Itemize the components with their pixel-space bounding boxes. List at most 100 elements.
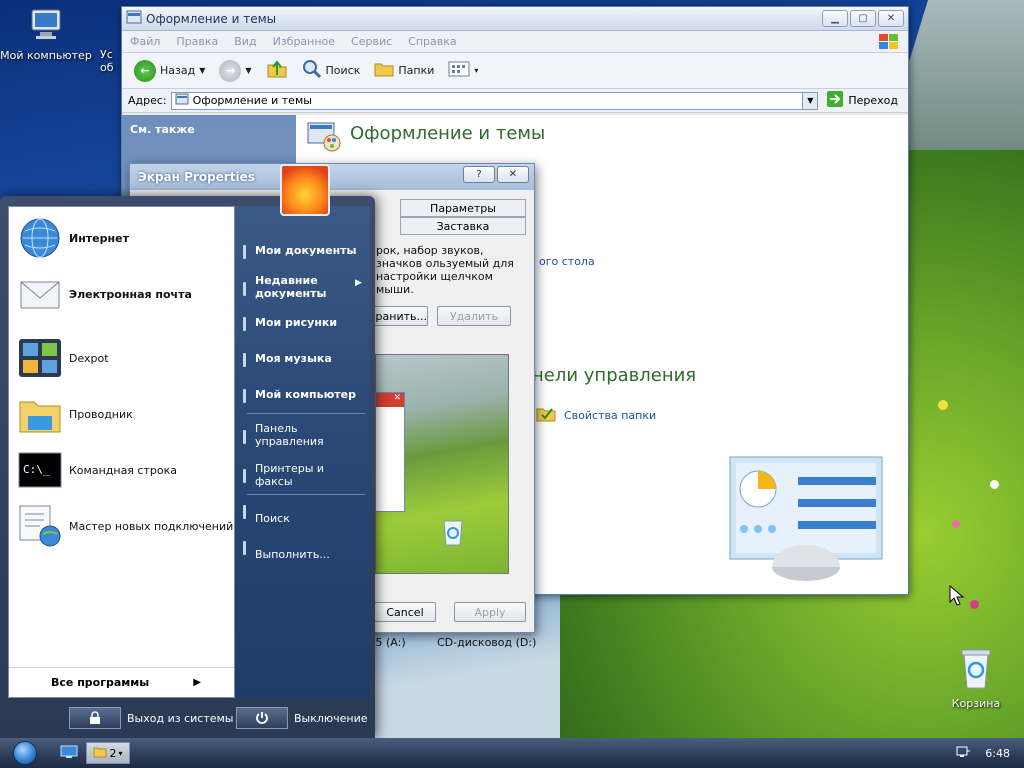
places-printers[interactable]: Принтеры и факсы bbox=[255, 462, 355, 488]
up-folder-icon bbox=[266, 59, 288, 82]
menu-edit[interactable]: Правка bbox=[168, 35, 226, 48]
menu-file[interactable]: Файл bbox=[122, 35, 168, 48]
views-button[interactable]: ▾ bbox=[444, 59, 482, 82]
minimize-button[interactable]: ▁ bbox=[822, 10, 848, 27]
up-folder-button[interactable] bbox=[262, 57, 292, 84]
save-theme-button[interactable]: хранить... bbox=[368, 306, 428, 326]
address-dropdown-button[interactable]: ▼ bbox=[802, 91, 819, 110]
delete-theme-button[interactable]: Удалить bbox=[437, 306, 511, 326]
search-icon bbox=[302, 59, 322, 82]
chevron-down-icon: ▼ bbox=[807, 96, 814, 105]
pinned-email[interactable]: Электронная почта bbox=[17, 271, 192, 317]
taskbar-group-count: 2 bbox=[109, 746, 117, 760]
recycle-bin-icon bbox=[440, 515, 466, 550]
folders-label: Папки bbox=[398, 64, 435, 77]
back-button[interactable]: ← Назад ▼ bbox=[130, 58, 209, 84]
chevron-down-icon: ▾ bbox=[474, 66, 479, 75]
places-my-computer[interactable]: Мой компьютер bbox=[255, 388, 356, 401]
cancel-label: Cancel bbox=[386, 605, 424, 619]
logoff-label: Выход из системы bbox=[127, 711, 234, 725]
desktop-icon-label: Мой компьютер bbox=[0, 49, 92, 62]
places-recent-documents[interactable]: Недавние документы bbox=[255, 274, 355, 300]
computer-icon bbox=[0, 6, 94, 45]
search-button[interactable]: Поиск bbox=[298, 57, 365, 84]
dialog-title: Экран Properties bbox=[138, 170, 255, 184]
places-my-documents[interactable]: Мои документы bbox=[255, 244, 357, 257]
dialog-close-button[interactable]: ✕ bbox=[497, 166, 529, 183]
all-programs-button[interactable]: Все программы ▶ bbox=[9, 667, 234, 697]
menu-favorites[interactable]: Избранное bbox=[265, 35, 343, 48]
pinned-explorer[interactable]: Проводник bbox=[17, 391, 133, 437]
maximize-button[interactable]: ▢ bbox=[850, 10, 876, 27]
window-titlebar[interactable]: Оформление и темы ▁ ▢ ✕ bbox=[122, 7, 908, 31]
control-panel-section-header: нели управления bbox=[532, 365, 697, 386]
clock[interactable]: 6:48 bbox=[985, 747, 1010, 760]
places-my-pictures[interactable]: Мои рисунки bbox=[255, 316, 337, 329]
go-button[interactable]: Переход bbox=[822, 90, 902, 111]
logoff-button[interactable]: Выход из системы bbox=[69, 707, 233, 729]
floppy-drive-label[interactable]: ,5 (A:) bbox=[372, 636, 406, 649]
pinned-cmd-label: Командная строка bbox=[69, 463, 177, 477]
see-also-header[interactable]: См. также bbox=[122, 115, 296, 144]
content-title: Оформление и темы bbox=[350, 123, 546, 144]
close-icon: ✕ bbox=[376, 393, 404, 407]
places-search[interactable]: Поиск bbox=[255, 512, 290, 525]
chevron-down-icon: ▾ bbox=[118, 748, 123, 758]
user-avatar[interactable] bbox=[280, 164, 330, 216]
show-desktop-icon[interactable] bbox=[60, 745, 78, 762]
apply-button[interactable]: Apply bbox=[454, 602, 526, 622]
menu-view[interactable]: Вид bbox=[226, 35, 264, 48]
preview-mini-window: ✕ bbox=[375, 392, 405, 512]
power-icon bbox=[236, 707, 288, 729]
places-run[interactable]: Выполнить... bbox=[255, 548, 330, 561]
start-button[interactable] bbox=[8, 738, 42, 768]
email-icon bbox=[17, 271, 63, 317]
chevron-right-icon: ▶ bbox=[355, 278, 362, 288]
appearance-themes-icon bbox=[306, 119, 342, 156]
tab-screensaver[interactable]: Заставка bbox=[400, 217, 526, 235]
pinned-cmd[interactable]: C:\_ Командная строка bbox=[17, 447, 177, 493]
folders-button[interactable]: Папки bbox=[370, 58, 438, 83]
pinned-dexpot[interactable]: Dexpot bbox=[17, 335, 109, 381]
menu-tools[interactable]: Сервис bbox=[343, 35, 400, 48]
mouse-pointer-icon bbox=[949, 584, 965, 610]
menu-bar: Файл Правка Вид Избранное Сервис Справка bbox=[122, 31, 908, 53]
desktop-icon-my-computer[interactable]: Мой компьютер bbox=[0, 6, 94, 62]
chevron-down-icon[interactable]: ▼ bbox=[245, 66, 251, 75]
desktop-icon-recycle-bin[interactable]: Корзина bbox=[928, 646, 1024, 710]
desktop-link-partial[interactable]: ого стола bbox=[539, 255, 595, 268]
pinned-explorer-label: Проводник bbox=[69, 407, 133, 421]
forward-arrow-icon: → bbox=[219, 59, 242, 82]
forward-button[interactable]: → ▼ bbox=[215, 58, 255, 84]
cd-drive-label[interactable]: CD-дисковод (D:) bbox=[437, 636, 536, 649]
close-icon: ✕ bbox=[886, 13, 896, 24]
pinned-new-connection[interactable]: Мастер новых подключений bbox=[17, 503, 233, 549]
chevron-right-icon: ▶ bbox=[193, 677, 201, 688]
menu-help[interactable]: Справка bbox=[400, 35, 464, 48]
network-icon[interactable] bbox=[955, 745, 971, 762]
address-bar: Адрес: Оформление и темы ▼ Переход bbox=[122, 89, 908, 113]
address-input[interactable]: Оформление и темы bbox=[170, 91, 804, 110]
shutdown-button[interactable]: Выключение bbox=[236, 707, 368, 729]
pinned-internet[interactable]: Интернет bbox=[17, 215, 129, 261]
lock-icon bbox=[69, 707, 121, 729]
chevron-down-icon[interactable]: ▼ bbox=[199, 66, 205, 75]
delete-theme-label: Удалить bbox=[449, 309, 499, 323]
cancel-button[interactable]: Cancel bbox=[374, 602, 436, 622]
folder-icon bbox=[93, 746, 107, 761]
globe-icon bbox=[17, 215, 63, 261]
taskbar-explorer-group[interactable]: 2 ▾ bbox=[86, 742, 130, 764]
close-button[interactable]: ✕ bbox=[878, 10, 904, 27]
places-control-panel[interactable]: Панель управления bbox=[255, 422, 355, 448]
folder-options-link[interactable]: Свойства папки bbox=[564, 409, 656, 422]
pinned-new-connection-label: Мастер новых подключений bbox=[69, 519, 234, 533]
search-label: Поиск bbox=[325, 64, 361, 77]
window-title: Оформление и темы bbox=[146, 11, 277, 26]
places-my-music[interactable]: Моя музыка bbox=[255, 352, 332, 365]
address-value: Оформление и темы bbox=[192, 94, 312, 107]
tab-settings[interactable]: Параметры bbox=[400, 199, 526, 217]
help-icon: ? bbox=[476, 169, 482, 180]
pinned-dexpot-label: Dexpot bbox=[69, 351, 109, 365]
desktop-icon-label: Корзина bbox=[951, 697, 1001, 710]
help-button[interactable]: ? bbox=[463, 166, 495, 183]
